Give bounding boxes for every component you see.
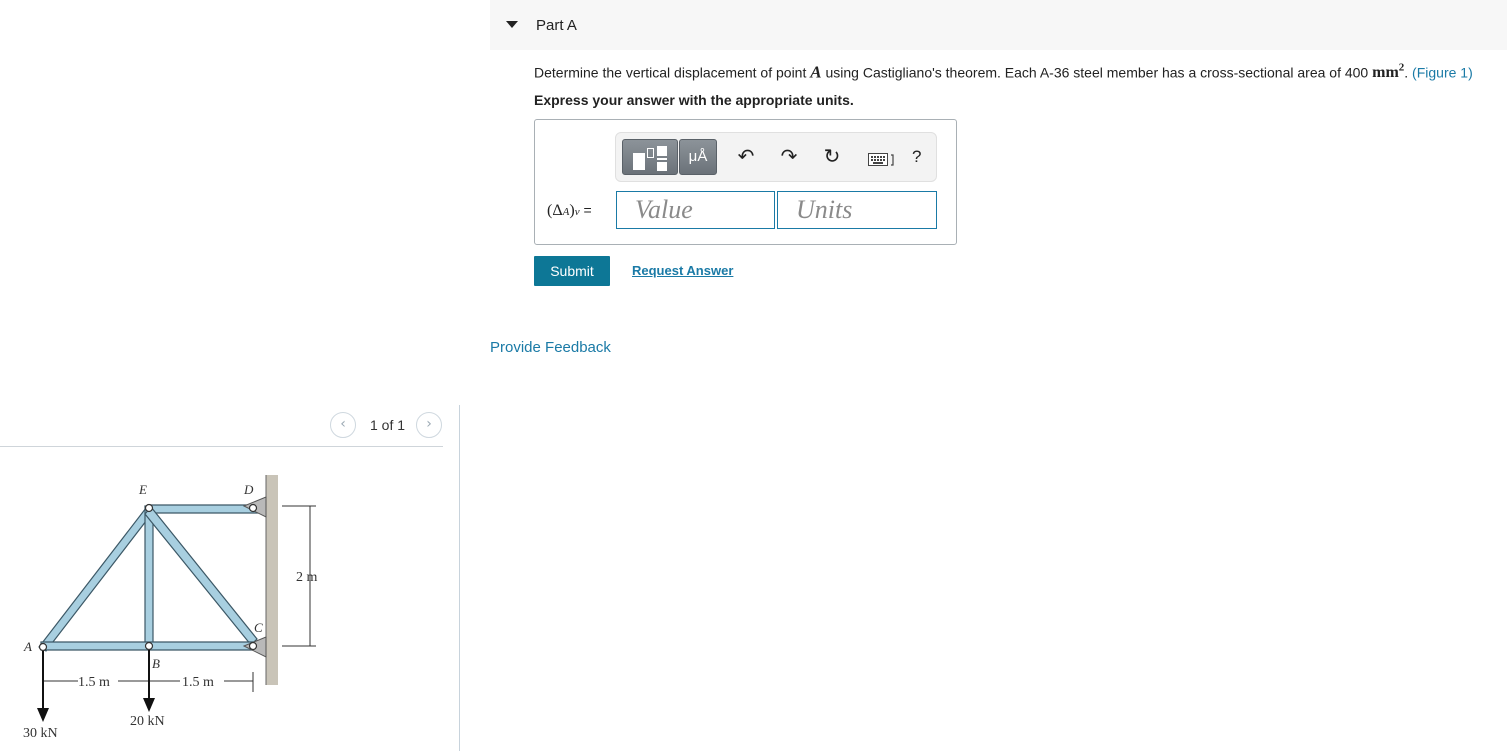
- figure-pane: ‹ 1 of 1 › A B C D E 2 m 1.5 m 1.5 m 30 …: [0, 0, 460, 751]
- redo-icon[interactable]: ↷: [776, 143, 802, 169]
- instruction-text: Express your answer with the appropriate…: [534, 92, 854, 108]
- answer-box: μÅ ↶ ↷ ↻ ? (ΔA)v =: [534, 119, 957, 245]
- math-toolbar: μÅ ↶ ↷ ↻ ?: [615, 132, 937, 182]
- joint-label-b: B: [152, 656, 160, 671]
- load-label-a: 30 kN: [23, 726, 58, 741]
- answer-label: (ΔA)v =: [547, 202, 592, 219]
- joint-label-d: D: [243, 482, 254, 497]
- request-answer-link[interactable]: Request Answer: [632, 263, 733, 278]
- truss-members: [38, 504, 259, 652]
- truss-figure: A B C D E 2 m 1.5 m 1.5 m 30 kN 20 kN: [23, 475, 318, 741]
- joint-label-a: A: [23, 639, 32, 654]
- support-wall: [266, 475, 278, 685]
- joint-label-e: E: [138, 482, 147, 497]
- dimension-right-span: 1.5 m: [182, 675, 214, 690]
- area-unit: mm2: [1372, 62, 1405, 82]
- keyboard-icon[interactable]: [868, 153, 896, 167]
- part-title: Part A: [536, 17, 577, 34]
- question-text: Determine the vertical displacement of p…: [534, 62, 1473, 82]
- pager-divider: [0, 446, 443, 447]
- undo-icon[interactable]: ↶: [733, 143, 759, 169]
- part-header[interactable]: Part A: [490, 0, 1507, 50]
- provide-feedback-link[interactable]: Provide Feedback: [490, 339, 611, 356]
- chevron-left-icon[interactable]: ‹: [330, 412, 356, 438]
- load-arrow-a: [37, 708, 49, 722]
- joint-label-c: C: [254, 620, 263, 635]
- load-arrow-b: [143, 698, 155, 712]
- point-variable: A: [810, 62, 822, 82]
- units-input[interactable]: [777, 191, 937, 229]
- help-icon[interactable]: ?: [912, 147, 921, 167]
- submit-button[interactable]: Submit: [534, 256, 610, 286]
- caret-down-icon[interactable]: [506, 21, 518, 28]
- pane-divider: [459, 405, 460, 751]
- pager-count: 1 of 1: [370, 417, 406, 433]
- figure-link[interactable]: (Figure 1): [1412, 64, 1473, 80]
- reset-icon[interactable]: ↻: [819, 143, 845, 169]
- symbols-button[interactable]: μÅ: [679, 139, 717, 175]
- templates-icon[interactable]: [622, 139, 678, 175]
- dimension-left-span: 1.5 m: [78, 675, 110, 690]
- load-label-b: 20 kN: [130, 714, 165, 729]
- dimension-height: 2 m: [296, 570, 318, 585]
- value-input[interactable]: [616, 191, 775, 229]
- chevron-right-icon[interactable]: ›: [416, 412, 442, 438]
